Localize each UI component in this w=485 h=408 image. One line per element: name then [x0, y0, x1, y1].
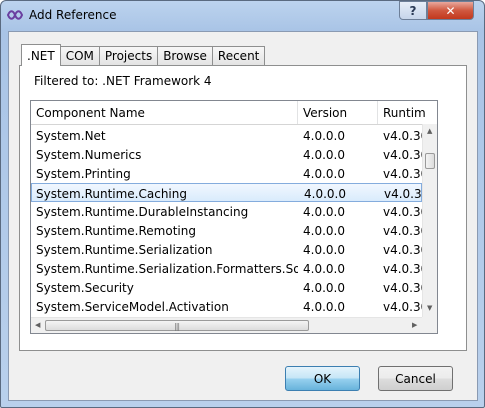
- component-version: 4.0.0.0: [303, 242, 345, 257]
- tab-com[interactable]: COM: [59, 46, 100, 65]
- component-version: 4.0.0.0: [303, 299, 345, 314]
- component-name: System.Numerics: [36, 147, 142, 162]
- component-version: 4.0.0.0: [304, 186, 346, 201]
- component-name: System.Runtime.Serialization: [36, 242, 213, 257]
- vertical-scroll-thumb[interactable]: [425, 153, 435, 169]
- component-runtime: v4.0.303: [383, 261, 422, 276]
- scroll-up-arrow-icon[interactable]: ▲: [427, 128, 432, 135]
- list-item[interactable]: System.Net 4.0.0.0 v4.0.303: [31, 126, 422, 145]
- horizontal-scrollbar[interactable]: ◀ ||| ▶: [31, 317, 422, 333]
- grip-icon: |||: [174, 322, 180, 331]
- component-runtime: v4.0.303: [383, 299, 422, 314]
- help-button[interactable]: ?: [399, 1, 427, 20]
- column-header-runtime[interactable]: Runtim: [378, 101, 437, 124]
- list-item-selected[interactable]: System.Runtime.Caching 4.0.0.0 v4.0.303: [31, 183, 422, 202]
- list-item[interactable]: System.Runtime.DurableInstancing 4.0.0.0…: [31, 202, 422, 221]
- column-header-version[interactable]: Version: [298, 101, 378, 124]
- component-version: 4.0.0.0: [303, 280, 345, 295]
- filter-label: Filtered to: .NET Framework 4: [34, 74, 212, 88]
- list-item[interactable]: System.Security 4.0.0.0 v4.0.303: [31, 278, 422, 297]
- vertical-scrollbar[interactable]: ▲ ▼: [422, 124, 437, 317]
- component-version: 4.0.0.0: [303, 223, 345, 238]
- component-name: System.Net: [36, 128, 106, 143]
- visual-studio-icon: [7, 10, 23, 20]
- list-item[interactable]: System.Numerics 4.0.0.0 v4.0.303: [31, 145, 422, 164]
- tab-projects[interactable]: Projects: [98, 46, 159, 65]
- scrollbar-corner: [422, 317, 437, 333]
- tab-browse[interactable]: Browse: [157, 46, 213, 65]
- component-runtime: v4.0.303: [383, 204, 422, 219]
- component-runtime: v4.0.303: [383, 166, 422, 181]
- tab-strip: .NET COM Projects Browse Recent: [21, 44, 266, 66]
- component-name: System.Runtime.Serialization.Formatters.…: [36, 261, 298, 276]
- ok-button[interactable]: OK: [285, 366, 360, 391]
- component-version: 4.0.0.0: [303, 261, 345, 276]
- column-header-component-name[interactable]: Component Name: [31, 101, 298, 124]
- component-runtime: v4.0.303: [383, 128, 422, 143]
- component-runtime: v4.0.303: [383, 242, 422, 257]
- component-name: System.Runtime.Remoting: [36, 223, 196, 238]
- scroll-left-arrow-icon[interactable]: ◀: [35, 322, 40, 329]
- component-version: 4.0.0.0: [303, 128, 345, 143]
- scroll-right-arrow-icon[interactable]: ▶: [412, 322, 417, 329]
- tab-net[interactable]: .NET: [21, 44, 61, 66]
- component-name: System.Printing: [36, 166, 131, 181]
- list-item[interactable]: System.Runtime.Serialization.Formatters.…: [31, 259, 422, 278]
- component-version: 4.0.0.0: [303, 166, 345, 181]
- component-runtime: v4.0.303: [383, 147, 422, 162]
- list-item[interactable]: System.Runtime.Remoting 4.0.0.0 v4.0.303: [31, 221, 422, 240]
- close-button[interactable]: ✕: [427, 1, 474, 20]
- list-item[interactable]: System.Runtime.Serialization 4.0.0.0 v4.…: [31, 240, 422, 259]
- component-runtime: v4.0.303: [383, 280, 422, 295]
- list-item[interactable]: System.Printing 4.0.0.0 v4.0.303: [31, 164, 422, 183]
- component-name: System.ServiceModel.Activation: [36, 299, 229, 314]
- list-header: Component Name Version Runtim: [31, 101, 437, 125]
- dialog-body: .NET COM Projects Browse Recent Filtered…: [8, 31, 478, 401]
- tab-page-net: Filtered to: .NET Framework 4 Component …: [19, 65, 467, 351]
- tab-recent[interactable]: Recent: [211, 46, 266, 65]
- component-runtime: v4.0.303: [383, 223, 422, 238]
- component-version: 4.0.0.0: [303, 204, 345, 219]
- component-list[interactable]: Component Name Version Runtim System.Net…: [30, 100, 438, 334]
- component-runtime: v4.0.303: [384, 186, 421, 201]
- window-title: Add Reference: [29, 8, 117, 22]
- component-name: System.Security: [36, 280, 134, 295]
- horizontal-scroll-thumb[interactable]: |||: [45, 320, 309, 331]
- add-reference-dialog: Add Reference ? ✕ .NET COM Projects Brow…: [0, 0, 485, 408]
- scroll-down-arrow-icon[interactable]: ▼: [427, 305, 432, 312]
- component-name: System.Runtime.Caching: [36, 186, 187, 201]
- list-item[interactable]: System.ServiceModel.Activation 4.0.0.0 v…: [31, 297, 422, 316]
- component-name: System.Runtime.DurableInstancing: [36, 204, 249, 219]
- title-bar[interactable]: Add Reference ? ✕: [1, 1, 484, 31]
- cancel-button[interactable]: Cancel: [378, 366, 453, 391]
- component-version: 4.0.0.0: [303, 147, 345, 162]
